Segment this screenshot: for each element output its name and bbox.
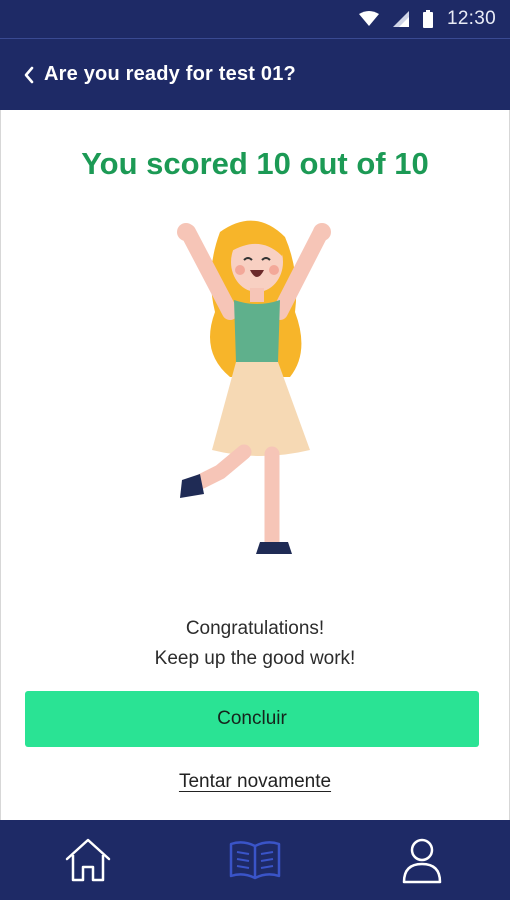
- signal-icon: [392, 11, 409, 27]
- nav-learn[interactable]: [200, 820, 310, 900]
- nav-home[interactable]: [33, 820, 143, 900]
- celebrating-girl-illustration: [177, 220, 331, 554]
- app-header: Are you ready for test 01?: [0, 38, 510, 110]
- conclude-button[interactable]: Concluir: [25, 691, 479, 747]
- nav-profile[interactable]: [367, 820, 477, 900]
- status-bar: 12:30: [0, 0, 510, 38]
- retry-link[interactable]: Tentar novamente: [0, 771, 510, 793]
- home-icon[interactable]: [63, 837, 113, 883]
- page-title: Are you ready for test 01?: [44, 63, 296, 85]
- back-button[interactable]: Are you ready for test 01?: [22, 63, 296, 86]
- encouragement-text: Keep up the good work!: [154, 648, 356, 669]
- chevron-left-icon[interactable]: [22, 66, 36, 84]
- bottom-nav: [0, 820, 510, 900]
- status-time: 12:30: [446, 8, 496, 29]
- book-icon[interactable]: [227, 838, 283, 882]
- battery-icon: [422, 10, 433, 28]
- score-heading: You scored 10 out of 10: [81, 146, 429, 181]
- congrats-text: Congratulations!: [185, 618, 325, 639]
- wifi-icon: [358, 11, 379, 26]
- user-icon[interactable]: [400, 836, 444, 884]
